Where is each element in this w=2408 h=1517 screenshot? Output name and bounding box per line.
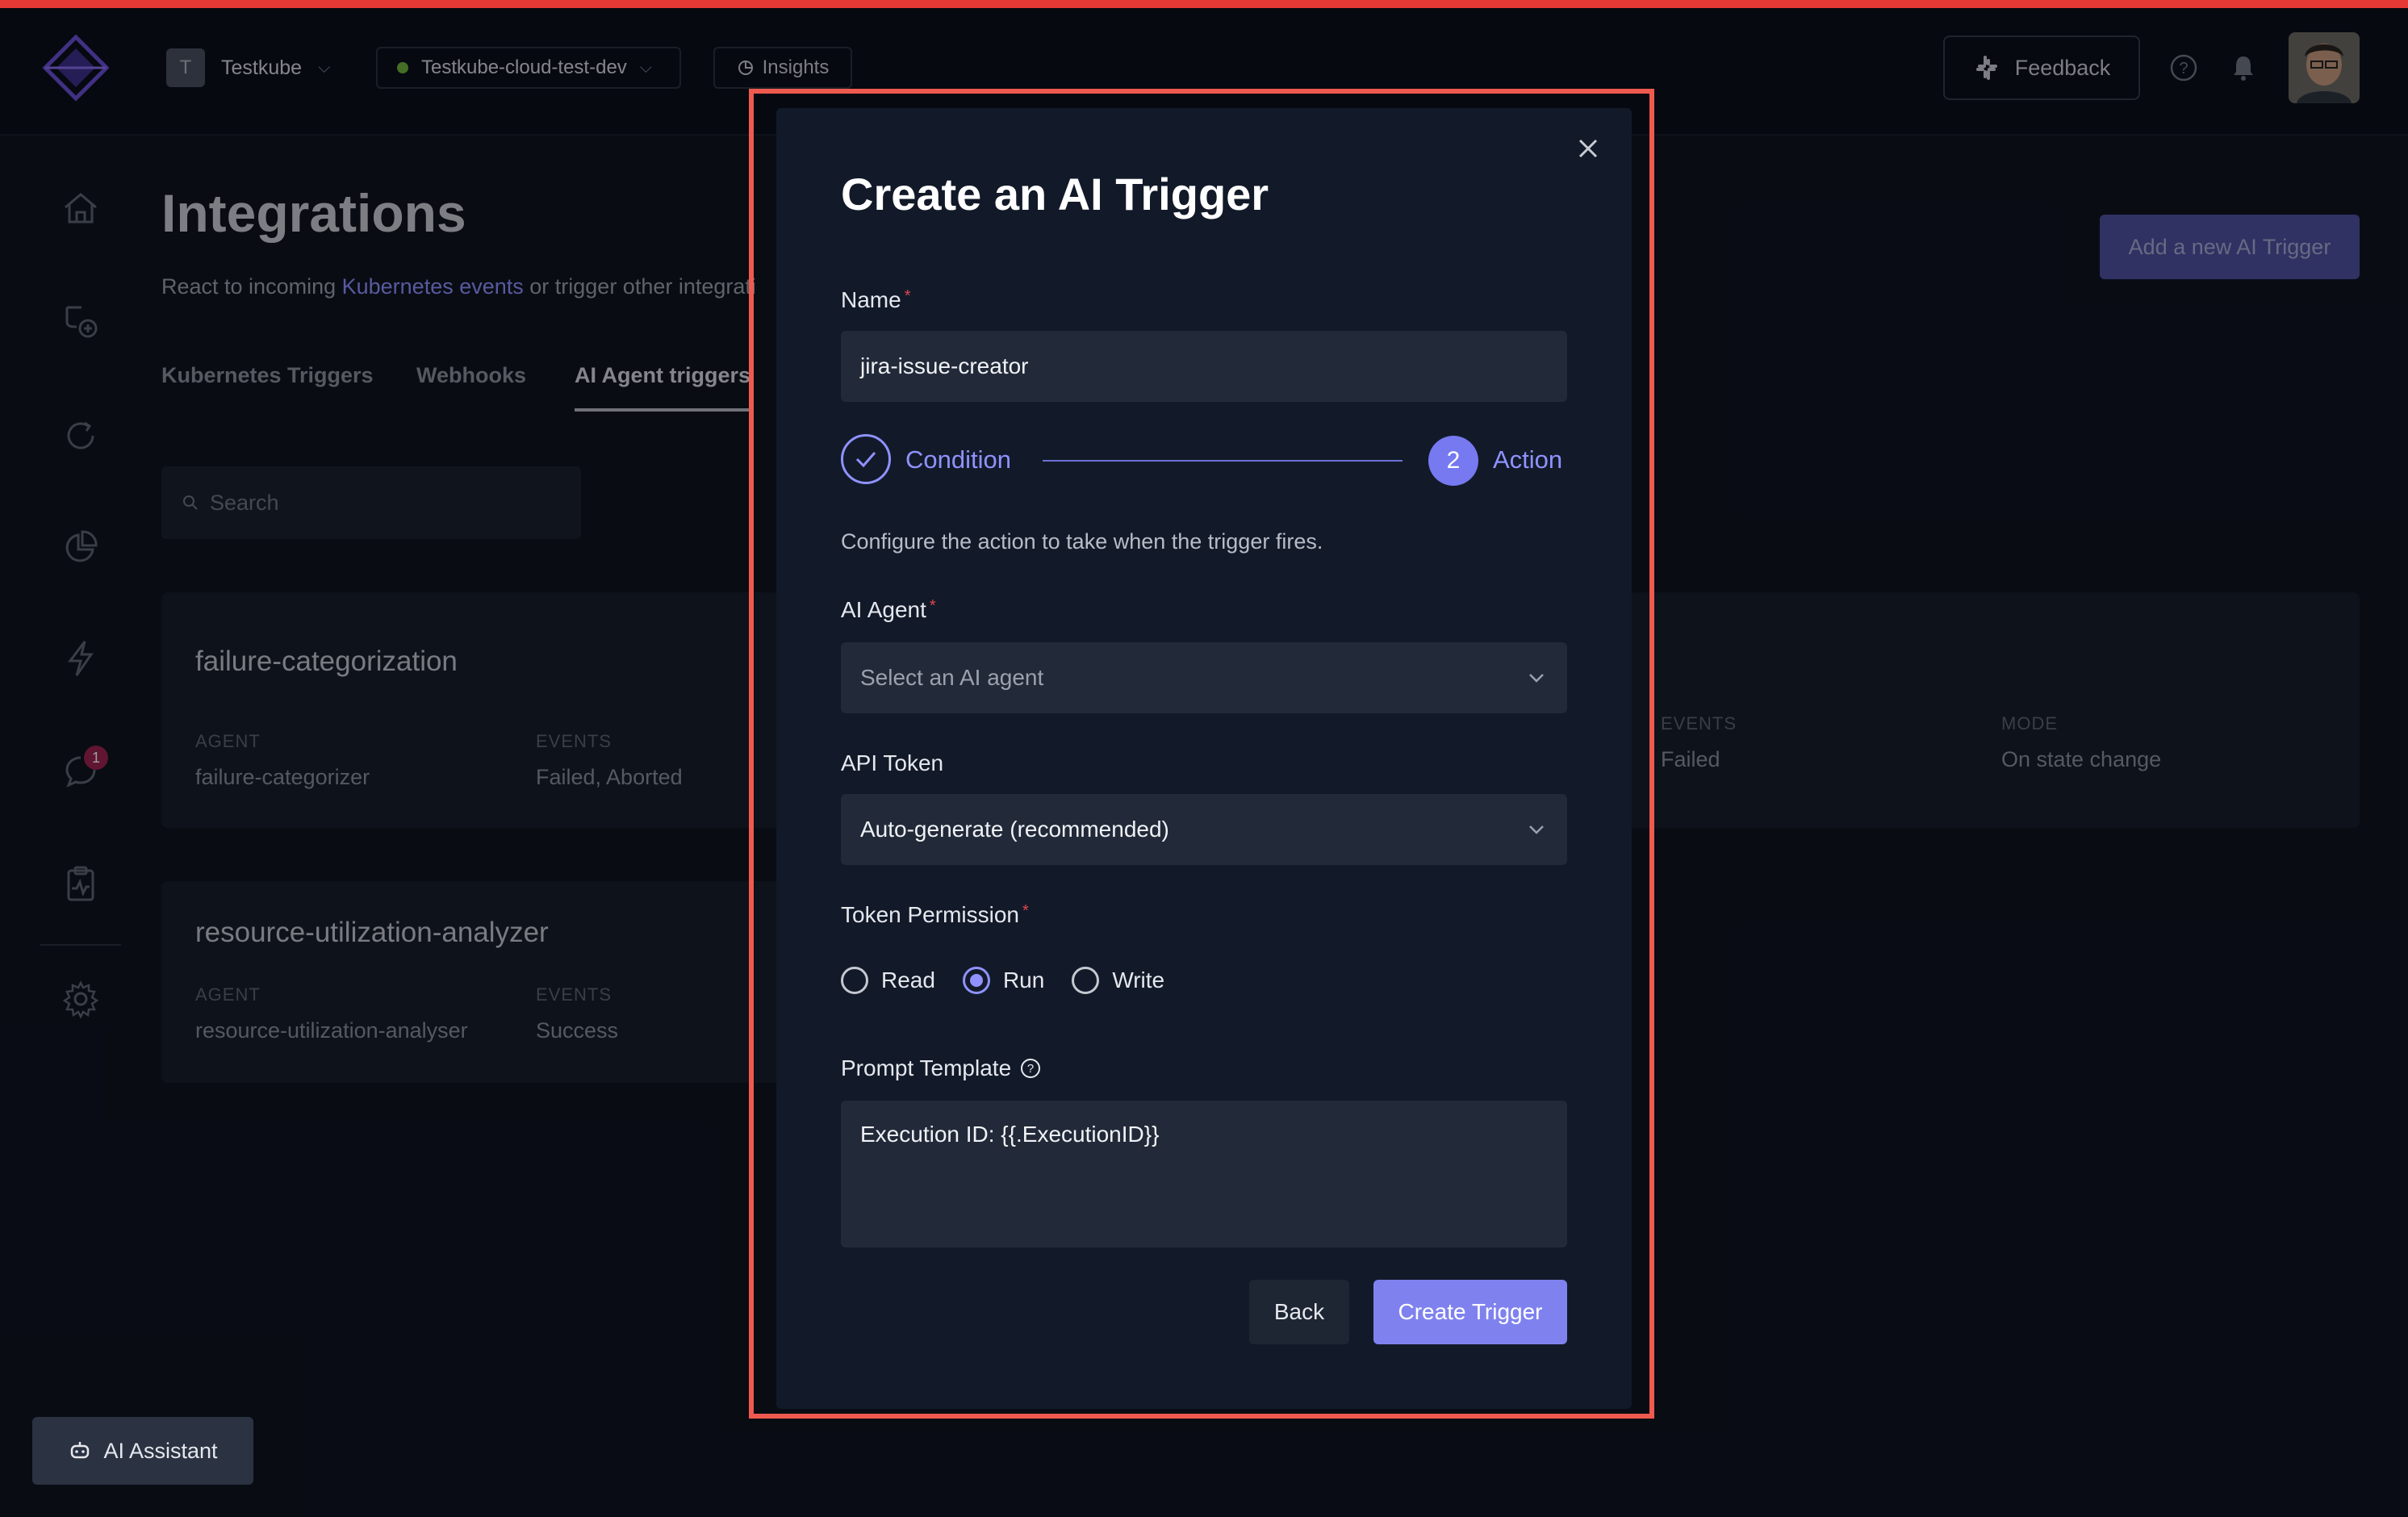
- ai-assistant-button[interactable]: AI Assistant: [32, 1417, 253, 1485]
- ai-agent-label-text: AI Agent: [841, 597, 926, 622]
- prompt-template-textarea[interactable]: Execution ID: {{.ExecutionID}}: [841, 1101, 1567, 1247]
- radio-write-label: Write: [1112, 967, 1165, 993]
- stepper-connector: [1043, 460, 1403, 462]
- ai-agent-field-label: AI Agent *: [841, 597, 936, 623]
- radio-read-label: Read: [881, 967, 935, 993]
- name-field-label: Name *: [841, 287, 911, 313]
- step-condition-check-icon: [841, 434, 891, 484]
- token-permission-label-text: Token Permission: [841, 902, 1019, 927]
- radio-run[interactable]: Run: [962, 967, 1045, 994]
- required-marker: *: [929, 597, 936, 615]
- step-action-label: Action: [1493, 445, 1563, 474]
- prompt-template-label-text: Prompt Template: [841, 1055, 1012, 1080]
- back-button[interactable]: Back: [1249, 1280, 1349, 1344]
- api-token-field-label: API Token: [841, 750, 944, 775]
- close-icon[interactable]: [1572, 132, 1604, 165]
- chevron-down-icon: [1529, 825, 1544, 834]
- api-token-value: Auto-generate (recommended): [860, 817, 1169, 842]
- name-label-text: Name: [841, 287, 901, 312]
- radio-read-circle[interactable]: [841, 967, 868, 994]
- required-marker: *: [1022, 902, 1029, 920]
- token-permission-radio-group: Read Run Write: [841, 967, 1164, 994]
- top-accent-bar: [0, 0, 2408, 8]
- help-icon[interactable]: ?: [1019, 1057, 1042, 1080]
- step-condition-label[interactable]: Condition: [905, 445, 1011, 474]
- ai-agent-placeholder: Select an AI agent: [860, 665, 1044, 690]
- dialog-title: Create an AI Trigger: [841, 169, 1269, 219]
- step-action-number: 2: [1428, 436, 1478, 486]
- name-input[interactable]: jira-issue-creator: [841, 331, 1567, 402]
- prompt-template-field-label: Prompt Template ?: [841, 1055, 1042, 1081]
- ai-assistant-label: AI Assistant: [103, 1438, 218, 1463]
- ai-agent-select[interactable]: Select an AI agent: [841, 642, 1567, 713]
- chevron-down-icon: [1529, 674, 1544, 683]
- radio-run-label: Run: [1002, 967, 1045, 993]
- radio-write[interactable]: Write: [1072, 967, 1164, 994]
- radio-run-circle[interactable]: [962, 967, 990, 994]
- radio-read[interactable]: Read: [841, 967, 935, 994]
- radio-write-circle[interactable]: [1072, 967, 1100, 994]
- token-permission-field-label: Token Permission *: [841, 902, 1029, 928]
- required-marker: *: [904, 287, 911, 305]
- create-trigger-button[interactable]: Create Trigger: [1373, 1280, 1567, 1344]
- step-description: Configure the action to take when the tr…: [841, 529, 1323, 554]
- api-token-select[interactable]: Auto-generate (recommended): [841, 794, 1567, 865]
- robot-icon: [71, 1442, 90, 1459]
- radio-selected-dot: [969, 974, 983, 987]
- svg-text:?: ?: [1027, 1062, 1034, 1076]
